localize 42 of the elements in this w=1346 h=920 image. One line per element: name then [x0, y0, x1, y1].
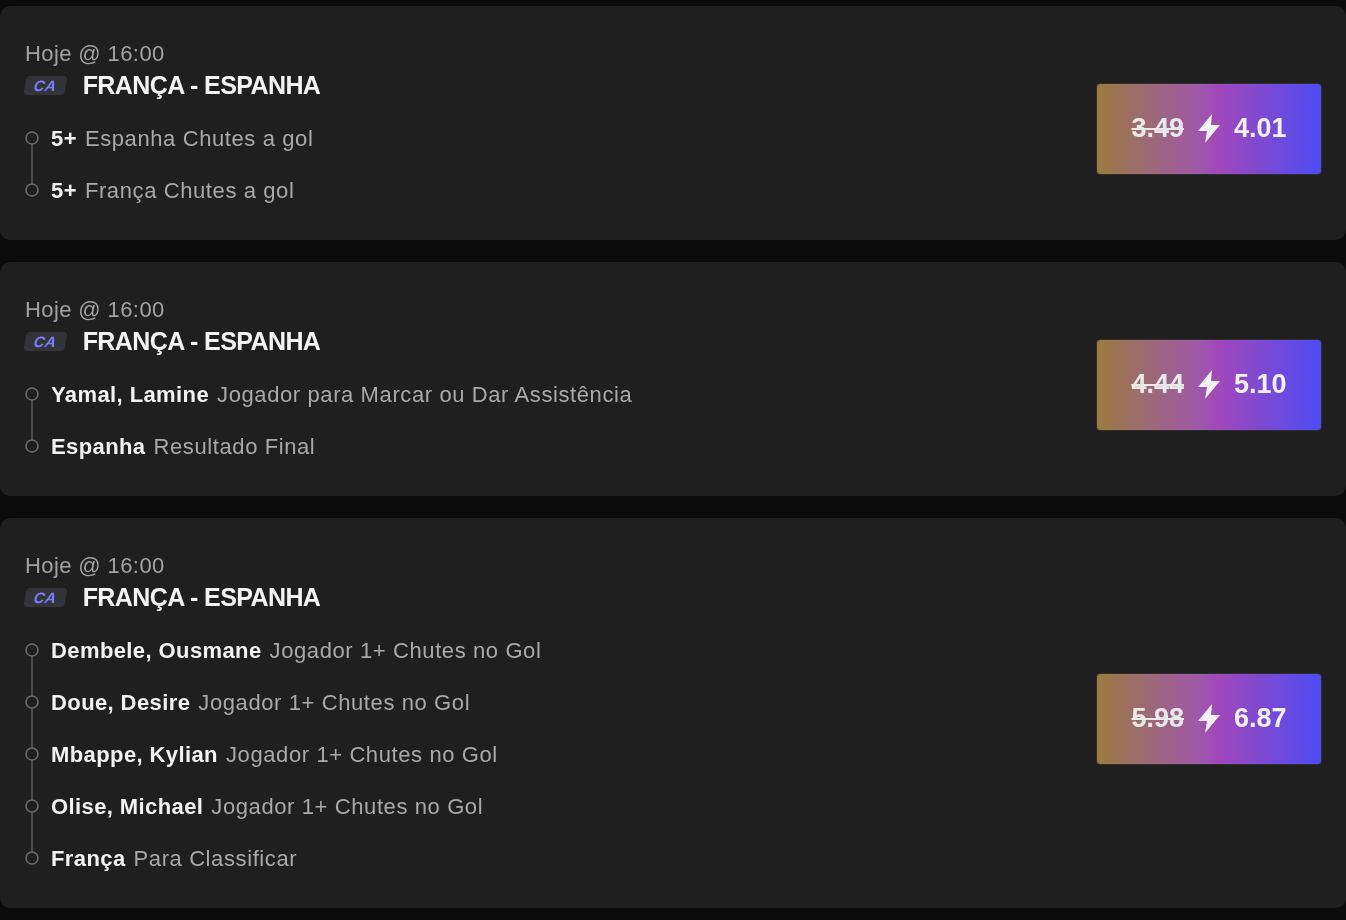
selection-name: França [51, 844, 126, 873]
timeline-dot-icon [25, 387, 39, 401]
market-label: Jogador para Marcar ou Dar Assistência [217, 380, 633, 409]
selection-name: Mbappe, Kylian [51, 740, 218, 769]
odds-boost-button[interactable]: 3.49 4.01 [1096, 82, 1322, 175]
timeline-dot-icon [25, 131, 39, 145]
market-label: França Chutes a gol [84, 176, 295, 205]
competition-badge: CA [23, 75, 68, 95]
timeline-dot-icon [25, 439, 39, 453]
market-label: Jogador 1+ Chutes no Gol [269, 636, 542, 665]
selection-name: 5+ [51, 124, 77, 153]
kickoff-time: Hoje @ 16:00 [25, 553, 165, 579]
timeline-dot-icon [25, 851, 39, 865]
selection-name: Dembele, Ousmane [51, 636, 262, 665]
timeline-dot-icon [25, 799, 39, 813]
market-label: Jogador 1+ Chutes no Gol [198, 688, 471, 717]
odds-boost-button[interactable]: 4.44 5.10 [1096, 338, 1322, 431]
selection-name: Yamal, Lamine [51, 380, 210, 409]
market-label: Espanha Chutes a gol [84, 124, 314, 153]
market-label: Jogador 1+ Chutes no Gol [225, 740, 498, 769]
match-title: FRANÇA - ESPANHA [82, 70, 321, 100]
kickoff-time: Hoje @ 16:00 [25, 297, 165, 323]
market-label: Jogador 1+ Chutes no Gol [211, 792, 484, 821]
timeline-dot-icon [25, 183, 39, 197]
competition-badge: CA [23, 587, 68, 607]
odds-boost-button[interactable]: 5.98 6.87 [1096, 672, 1322, 765]
timeline-dot-icon [25, 643, 39, 657]
selection-name: Espanha [51, 432, 146, 461]
lightning-icon [1198, 704, 1220, 733]
selection-name: Olise, Michael [51, 792, 204, 821]
market-label: Resultado Final [153, 432, 316, 461]
competition-badge: CA [23, 331, 68, 351]
kickoff-time: Hoje @ 16:00 [25, 41, 165, 67]
match-title: FRANÇA - ESPANHA [82, 582, 321, 612]
match-title: FRANÇA - ESPANHA [82, 326, 321, 356]
lightning-icon [1198, 114, 1220, 143]
timeline-dot-icon [25, 747, 39, 761]
selection-name: 5+ [51, 176, 77, 205]
selection-name: Doue, Desire [51, 688, 191, 717]
market-label: Para Classificar [133, 844, 298, 873]
timeline-dot-icon [25, 695, 39, 709]
lightning-icon [1198, 370, 1220, 399]
